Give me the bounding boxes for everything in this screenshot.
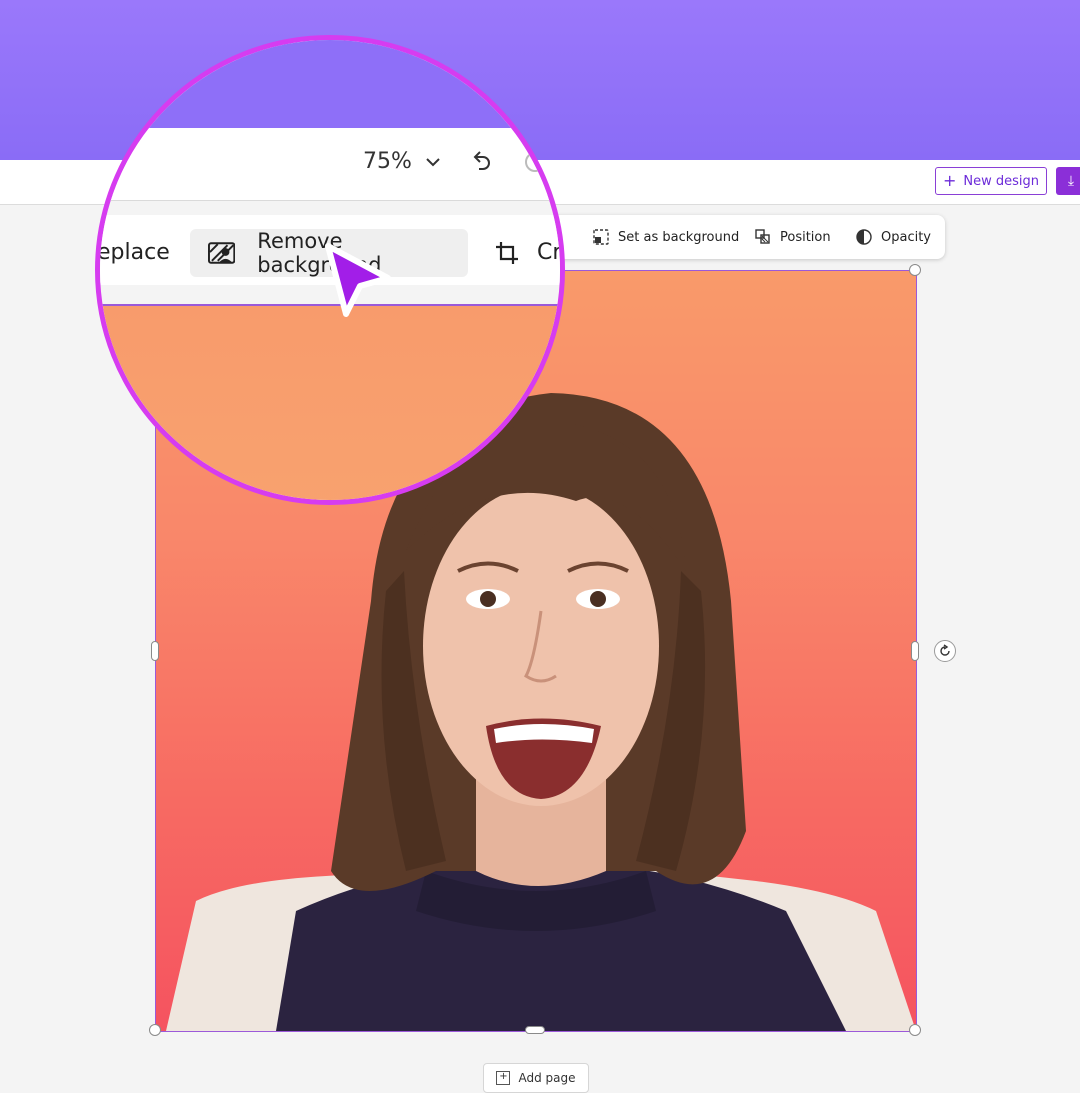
remove-background-icon xyxy=(208,242,236,264)
mouse-cursor-icon xyxy=(325,243,391,317)
download-icon: ⤓ xyxy=(1067,173,1075,189)
resize-handle-bottom-left[interactable] xyxy=(149,1024,161,1036)
new-design-label: New design xyxy=(963,173,1040,189)
add-page-label: Add page xyxy=(518,1071,576,1085)
resize-handle-bottom-right[interactable] xyxy=(909,1024,921,1036)
replace-button[interactable]: eplace xyxy=(100,240,170,265)
undo-icon[interactable] xyxy=(470,147,496,173)
rotate-handle[interactable] xyxy=(934,640,956,662)
set-as-background-label: Set as background xyxy=(618,229,740,245)
opacity-button[interactable]: Opacity xyxy=(855,215,931,259)
zoom-dropdown[interactable]: 75% xyxy=(363,149,440,174)
crop-label: Cr xyxy=(537,240,562,265)
redo-icon[interactable] xyxy=(525,152,545,172)
download-button[interactable]: ⤓ xyxy=(1056,167,1080,195)
resize-handle-bottom[interactable] xyxy=(525,1026,545,1034)
resize-handle-right[interactable] xyxy=(911,641,919,661)
image-context-toolbar: Set as background Position Opacity xyxy=(540,215,945,259)
set-as-background-icon xyxy=(593,229,609,245)
position-icon xyxy=(755,229,770,244)
add-page-button[interactable]: + Add page xyxy=(483,1063,589,1093)
magnified-photo xyxy=(100,304,560,500)
new-design-button[interactable]: + New design xyxy=(935,167,1047,195)
resize-handle-top-right[interactable] xyxy=(909,264,921,276)
add-page-icon: + xyxy=(496,1071,511,1085)
crop-button[interactable]: Cr xyxy=(495,240,562,265)
chevron-down-icon xyxy=(426,157,440,166)
rotate-icon xyxy=(940,644,950,656)
position-label: Position xyxy=(780,229,831,245)
zoom-value: 75% xyxy=(363,149,412,174)
position-button[interactable]: Position xyxy=(754,215,831,259)
crop-icon xyxy=(496,241,518,264)
magnified-banner xyxy=(100,40,560,128)
plus-icon: + xyxy=(942,171,957,190)
resize-handle-left[interactable] xyxy=(151,641,159,661)
opacity-label: Opacity xyxy=(881,229,932,245)
opacity-icon xyxy=(856,229,872,245)
set-as-background-button[interactable]: Set as background xyxy=(592,215,739,259)
